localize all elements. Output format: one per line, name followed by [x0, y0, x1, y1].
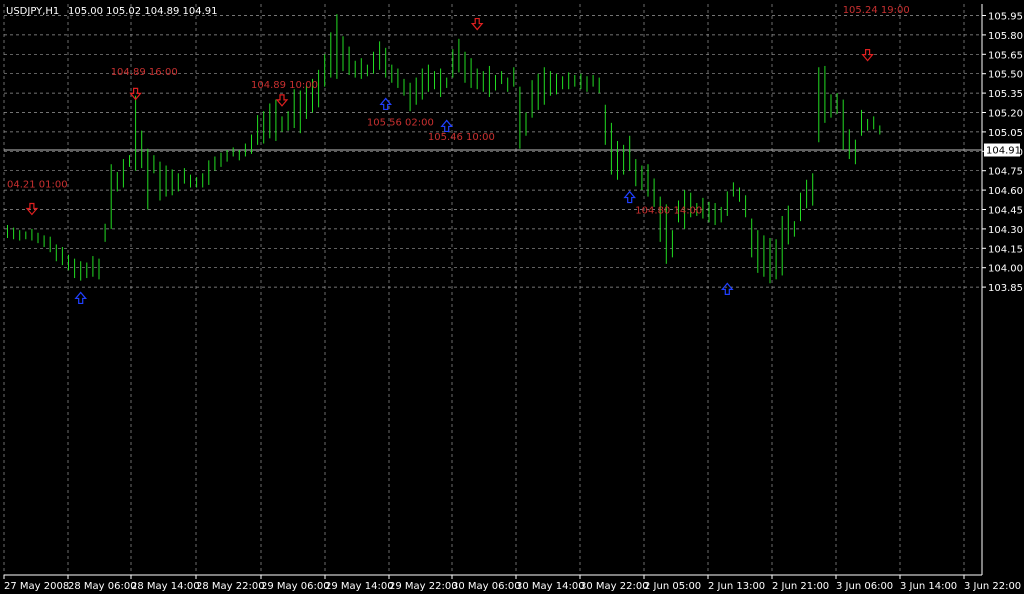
x-tick-label: 29 May 22:00	[389, 581, 458, 592]
y-tick-label: 104.00	[988, 264, 1023, 275]
price-annotation: 105.56 02:00	[367, 118, 434, 129]
price-annotation: 104.80 14:00	[635, 206, 702, 217]
x-tick-label: 27 May 2008	[4, 581, 69, 592]
y-tick-label: 105.95	[988, 12, 1023, 23]
x-tick-label: 30 May 14:00	[516, 581, 585, 592]
y-tick-label: 105.35	[988, 89, 1023, 100]
x-tick-label: 28 May 22:00	[196, 581, 265, 592]
x-tick-label: 3 Jun 06:00	[836, 581, 893, 592]
y-tick-label: 104.30	[988, 225, 1023, 236]
x-tick-label: 3 Jun 22:00	[964, 581, 1021, 592]
x-tick-label: 2 Jun 13:00	[708, 581, 765, 592]
y-tick-label: 105.05	[988, 128, 1023, 139]
y-tick-label: 105.20	[988, 109, 1023, 120]
chart-background	[0, 0, 1024, 594]
y-tick-label: 105.80	[988, 31, 1023, 42]
x-tick-label: 30 May 22:00	[580, 581, 649, 592]
price-annotation: 04.21 01:00	[7, 180, 68, 191]
y-tick-label: 105.50	[988, 70, 1023, 81]
price-annotation: 105.46 10:00	[428, 132, 495, 143]
y-tick-label: 105.65	[988, 50, 1023, 61]
x-tick-label: 2 Jun 21:00	[772, 581, 829, 592]
price-annotation: 104.89 16:00	[111, 67, 178, 78]
price-annotation: 105.24 19:00	[843, 5, 910, 16]
x-tick-label: 28 May 14:00	[131, 581, 200, 592]
x-tick-label: 3 Jun 14:00	[900, 581, 957, 592]
x-tick-label: 30 May 06:00	[452, 581, 521, 592]
y-tick-label: 104.45	[988, 206, 1023, 217]
current-price-label: 104.91	[986, 146, 1021, 157]
price-chart[interactable]: 104.89 16:00 104.89 10:00 105.56 02:00 105.…	[0, 0, 1024, 594]
x-tick-label: 29 May 14:00	[325, 581, 394, 592]
x-tick-label: 28 May 06:00	[68, 581, 137, 592]
y-tick-label: 103.85	[988, 283, 1023, 294]
y-tick-label: 104.15	[988, 244, 1023, 255]
y-tick-label: 104.75	[988, 167, 1023, 178]
y-tick-label: 104.60	[988, 186, 1023, 197]
symbol-label: USDJPY,H1	[6, 6, 59, 17]
x-tick-label: 29 May 06:00	[261, 581, 330, 592]
ohlc-label: 105.00 105.02 104.89 104.91	[68, 6, 218, 17]
x-tick-label: 2 Jun 05:00	[644, 581, 701, 592]
price-annotation: 104.89 10:00	[251, 80, 318, 91]
